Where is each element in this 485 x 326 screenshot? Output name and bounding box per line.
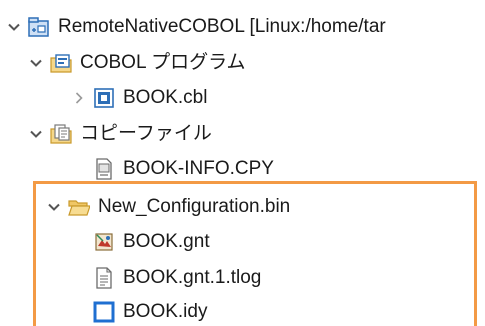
tree-item-label: BOOK-INFO.CPY: [123, 158, 274, 179]
chevron-down-icon[interactable]: [6, 19, 22, 35]
tree-item-label: BOOK.cbl: [123, 87, 208, 108]
idy-file-icon: [93, 301, 115, 323]
text-file-icon: [93, 267, 115, 289]
tree-item-book-gnt-tlog[interactable]: BOOK.gnt.1.tlog: [93, 261, 261, 295]
project-explorer-tree: RemoteNativeCOBOL [Linux:/home/tar COBOL…: [0, 0, 485, 326]
copy-file-folder-icon: [50, 123, 72, 145]
copybook-file-icon: [93, 158, 115, 180]
cobol-source-icon: [93, 87, 115, 109]
tree-item-cobol-program-folder[interactable]: COBOL プログラム: [28, 46, 246, 80]
tree-item-book-info-cpy[interactable]: BOOK-INFO.CPY: [93, 152, 274, 186]
tree-item-label: New_Configuration.bin: [98, 196, 291, 217]
tree-item-project-root[interactable]: RemoteNativeCOBOL [Linux:/home/tar: [6, 10, 386, 44]
tree-item-label: BOOK.gnt: [123, 231, 210, 252]
tree-item-label: コピーファイル: [80, 123, 212, 144]
remote-project-icon: [28, 16, 50, 38]
gnt-file-icon: [93, 231, 115, 253]
chevron-down-icon[interactable]: [28, 126, 44, 142]
tree-item-label: COBOL プログラム: [80, 52, 246, 73]
tree-item-label: RemoteNativeCOBOL [Linux:/home/tar: [58, 16, 386, 37]
tree-item-book-cbl[interactable]: BOOK.cbl: [71, 81, 207, 115]
open-folder-icon: [68, 196, 90, 218]
tree-item-label: BOOK.idy: [123, 301, 208, 322]
cobol-program-folder-icon: [50, 52, 72, 74]
chevron-right-icon[interactable]: [71, 90, 87, 106]
tree-item-new-configuration-bin[interactable]: New_Configuration.bin: [46, 190, 290, 224]
chevron-down-icon[interactable]: [28, 55, 44, 71]
tree-item-label: BOOK.gnt.1.tlog: [123, 267, 262, 288]
chevron-down-icon[interactable]: [46, 199, 62, 215]
tree-item-book-idy[interactable]: BOOK.idy: [93, 295, 207, 326]
tree-item-book-gnt[interactable]: BOOK.gnt: [93, 225, 210, 259]
tree-item-copy-file-folder[interactable]: コピーファイル: [28, 117, 212, 151]
